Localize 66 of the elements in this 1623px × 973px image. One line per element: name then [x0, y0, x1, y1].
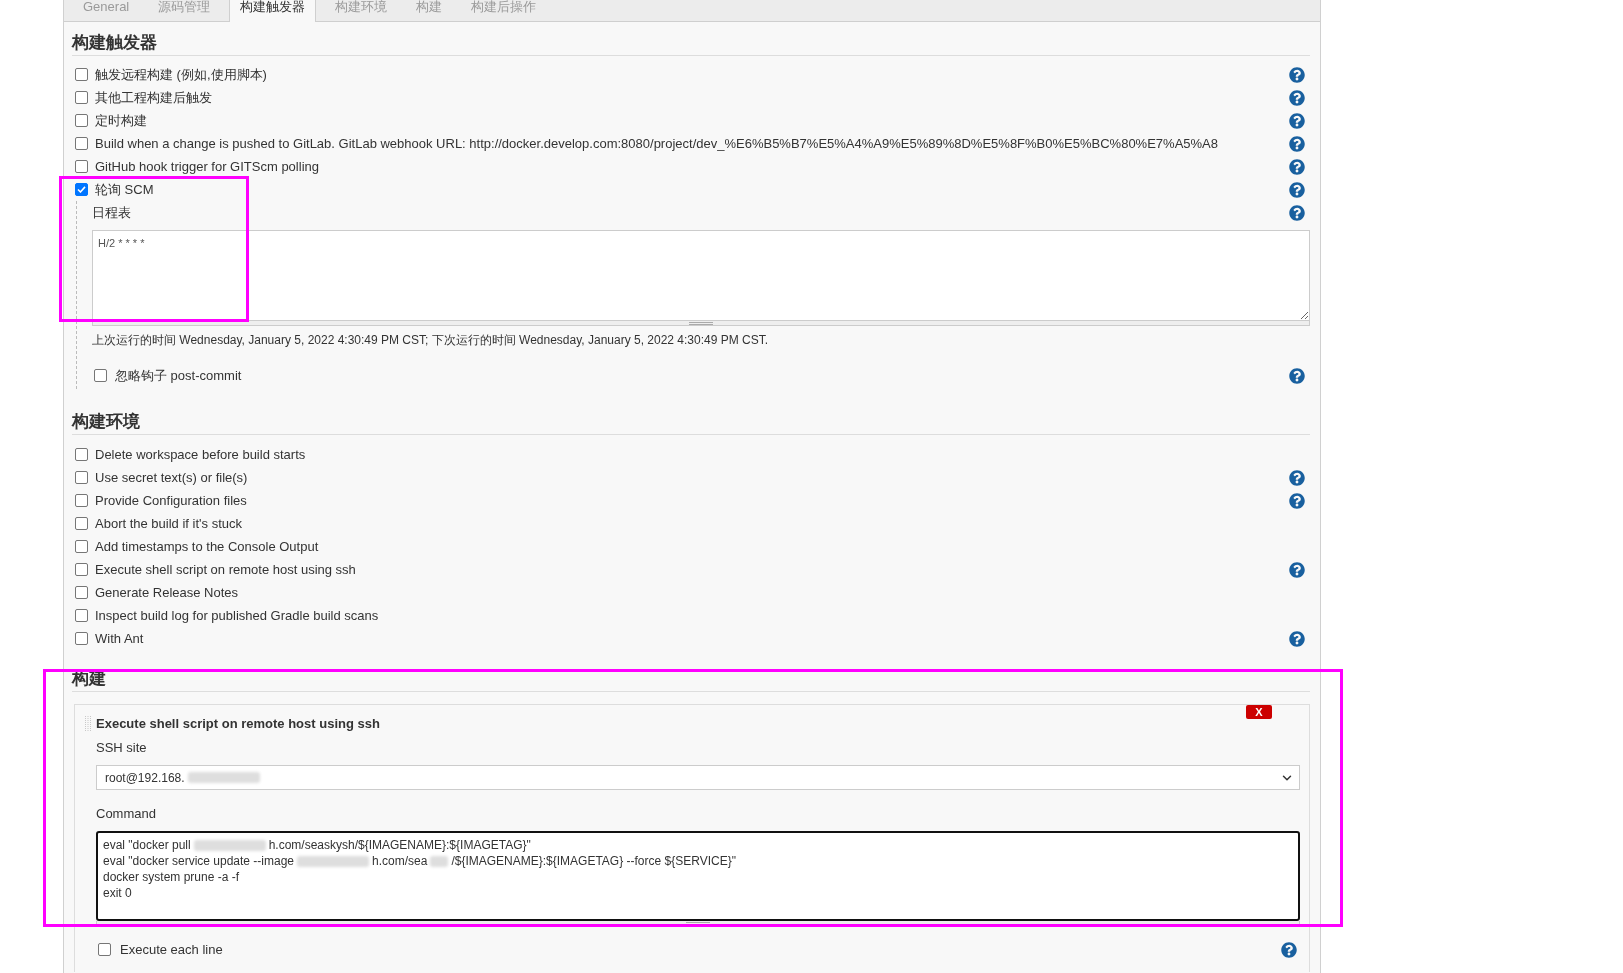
help-icon[interactable] — [1289, 181, 1305, 198]
help-icon[interactable] — [1289, 630, 1305, 647]
checkbox[interactable] — [75, 517, 88, 530]
section-title: 构建环境 — [72, 411, 140, 433]
checkbox[interactable] — [75, 68, 88, 81]
help-icon[interactable] — [1289, 469, 1305, 486]
section-title: 构建 — [72, 668, 106, 690]
help-icon[interactable] — [1289, 112, 1305, 129]
resize-grip[interactable] — [96, 921, 1300, 926]
checkbox[interactable] — [75, 609, 88, 622]
tab[interactable]: 构建触发器 — [229, 0, 317, 22]
command-field[interactable]: eval "docker pull h.com/seaskysh/${IMAGENAME}:${IMAGETAG}" eval "docker service update --image h.com/sea /${IMAGENAME}:${IMAGETAG} --force ${SERVICE}" docker system prune -a -f exit 0 — [96, 831, 1300, 921]
checkmark-icon — [77, 186, 86, 193]
checkbox[interactable] — [75, 448, 88, 461]
drag-handle-icon[interactable] — [85, 716, 91, 732]
checkbox-label[interactable]: Inspect build log for published Gradle build scans — [95, 605, 379, 626]
checkbox[interactable] — [75, 160, 88, 173]
checkbox-label[interactable]: Build when a change is pushed to GitLab. GitLab webhook URL: http://docker.develop.com:8080/project/dev_%E6%B5%B7%E5%A4%A9%E5%89%8D%E5%8F%B0%E5%BC%80%E7%A5%A8 — [95, 133, 1218, 154]
checkbox-label[interactable]: Delete workspace before build starts — [95, 444, 306, 465]
help-icon[interactable] — [1281, 941, 1297, 958]
checkbox-label[interactable]: Execute shell script on remote host using ssh — [95, 559, 356, 580]
checkbox-label[interactable]: Add timestamps to the Console Output — [95, 536, 319, 557]
section-title: 构建触发器 — [72, 32, 157, 54]
checkbox-label[interactable]: Provide Configuration files — [95, 490, 247, 511]
help-icon[interactable] — [1289, 135, 1305, 152]
field-label: SSH site — [96, 739, 147, 757]
checkbox[interactable] — [75, 91, 88, 104]
help-icon[interactable] — [1289, 561, 1305, 578]
step-title: Execute shell script on remote host using ssh — [96, 715, 380, 733]
checkbox[interactable] — [75, 183, 88, 196]
help-icon[interactable] — [1289, 158, 1305, 175]
checkbox[interactable] — [75, 563, 88, 576]
checkbox[interactable] — [75, 586, 88, 599]
checkbox-label[interactable]: Abort the build if it's stuck — [95, 513, 242, 534]
grip-icon — [689, 321, 713, 325]
checkbox-label[interactable]: Execute each line — [120, 939, 223, 960]
help-icon[interactable] — [1289, 66, 1305, 83]
checkbox-label[interactable]: Generate Release Notes — [95, 582, 239, 603]
checkbox-label[interactable]: GitHub hook trigger for GITScm polling — [95, 156, 319, 177]
resize-grip[interactable] — [92, 321, 1310, 326]
grip-icon — [686, 921, 710, 925]
help-icon[interactable] — [1289, 492, 1305, 509]
help-icon[interactable] — [1289, 204, 1305, 221]
help-icon[interactable] — [1289, 367, 1305, 384]
checkbox-label[interactable]: With Ant — [95, 628, 144, 649]
checkbox[interactable] — [75, 137, 88, 150]
checkbox[interactable] — [75, 114, 88, 127]
delete-button[interactable]: X — [1246, 705, 1272, 719]
field-label: 日程表 — [92, 203, 131, 222]
help-icon[interactable] — [1289, 89, 1305, 106]
checkbox-label[interactable]: 其他工程构建后触发 — [95, 87, 212, 108]
checkbox[interactable] — [75, 494, 88, 507]
checkbox-label[interactable]: 定时构建 — [95, 110, 147, 131]
checkbox-label[interactable]: Use secret text(s) or file(s) — [95, 467, 248, 488]
checkbox-label[interactable]: 轮询 SCM — [95, 179, 154, 200]
ssh-site-select[interactable]: root@192.168. — [96, 765, 1300, 790]
schedule-textarea[interactable]: H/2 * * * * — [92, 230, 1310, 321]
checkbox[interactable] — [75, 471, 88, 484]
run-info-text: 上次运行的时间 Wednesday, January 5, 2022 4:30:49 PM CST; 下次运行的时间 Wednesday, January 5, 2022 4:30:49 PM CST. — [92, 332, 769, 348]
checkbox[interactable] — [94, 369, 107, 382]
checkbox-label[interactable]: 忽略钩子 post-commit — [115, 365, 242, 386]
checkbox[interactable] — [75, 632, 88, 645]
checkbox-label[interactable]: 触发远程构建 (例如,使用脚本) — [95, 64, 267, 85]
checkbox[interactable] — [75, 540, 88, 553]
field-label: Command — [96, 805, 156, 823]
checkbox[interactable] — [98, 943, 111, 956]
